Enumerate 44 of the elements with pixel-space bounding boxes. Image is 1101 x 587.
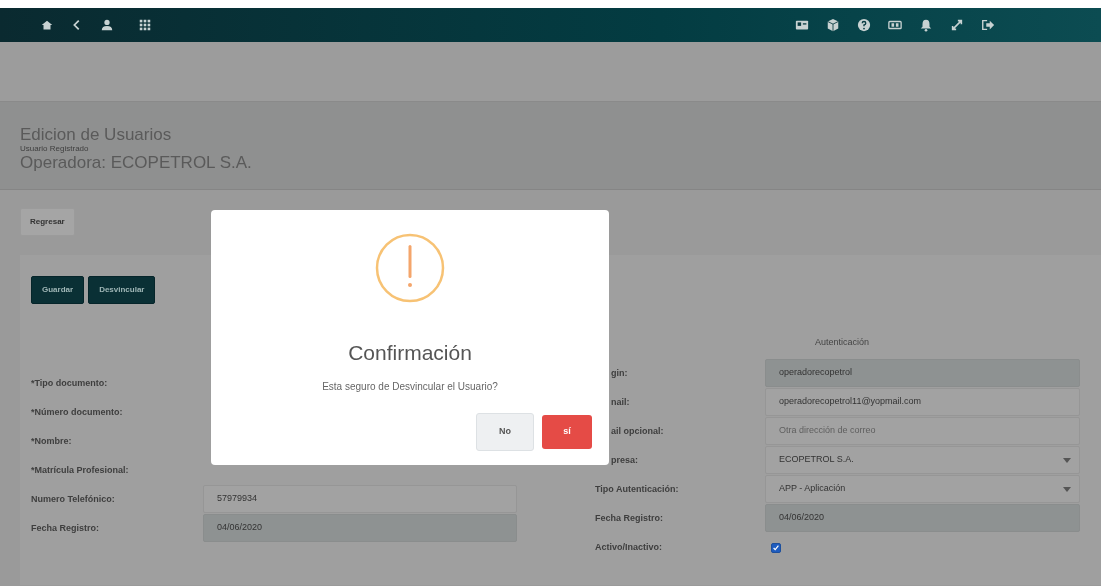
section-title: Autenticación bbox=[815, 336, 870, 350]
field-label: presa: bbox=[610, 453, 639, 467]
field-label: Fecha Registro: bbox=[595, 511, 664, 525]
field-label: Numero Telefónico: bbox=[31, 492, 116, 506]
input-field[interactable]: Otra dirección de correo bbox=[765, 417, 1080, 445]
action-button[interactable]: Guardar bbox=[31, 276, 85, 304]
dialog-title: Confirmación bbox=[347, 340, 473, 366]
user-icon[interactable] bbox=[100, 18, 114, 32]
checkbox[interactable] bbox=[771, 542, 781, 553]
readonly-field[interactable]: 04/06/2020 bbox=[203, 514, 517, 542]
select-field[interactable]: ECOPETROL S.A. bbox=[765, 446, 1080, 474]
field-label: *Nombre: bbox=[31, 434, 73, 448]
select-field[interactable]: APP - Aplicación bbox=[765, 475, 1080, 503]
apps-icon[interactable] bbox=[138, 18, 152, 32]
cube-icon[interactable] bbox=[826, 18, 840, 32]
warning-icon bbox=[375, 233, 445, 303]
ticket-icon[interactable] bbox=[888, 18, 902, 32]
input-field[interactable]: operadorecopetrol11@yopmail.com bbox=[765, 388, 1080, 416]
dropdown-caret-icon bbox=[1063, 457, 1071, 463]
field-label: Tipo Autenticación: bbox=[595, 482, 680, 496]
dialog-message: Esta seguro de Desvincular el Usuario? bbox=[321, 379, 499, 394]
field-label: *Matrícula Profesional: bbox=[31, 463, 130, 477]
expand-icon[interactable] bbox=[950, 18, 964, 32]
action-button[interactable]: Desvincular bbox=[88, 276, 156, 304]
cancel-button[interactable]: No bbox=[476, 412, 534, 451]
field-label: Activo/Inactivo: bbox=[595, 540, 663, 554]
input-field[interactable]: 57979934 bbox=[203, 485, 517, 513]
field-label: ail opcional: bbox=[610, 424, 665, 438]
field-label: *Tipo documento: bbox=[31, 376, 109, 390]
back-button[interactable]: Regresar bbox=[20, 208, 75, 236]
field-label: *Número documento: bbox=[31, 405, 124, 419]
field-label: gin: bbox=[610, 366, 629, 380]
field-label: Fecha Registro: bbox=[31, 521, 100, 535]
id-card-icon[interactable] bbox=[795, 18, 809, 32]
bell-icon[interactable] bbox=[919, 18, 933, 32]
readonly-field[interactable]: operadorecopetrol bbox=[765, 359, 1080, 387]
help-icon[interactable] bbox=[857, 18, 871, 32]
field-label: nail: bbox=[610, 395, 631, 409]
sign-out-icon[interactable] bbox=[981, 18, 995, 32]
page-subtitle: Usuario Registrado bbox=[20, 144, 90, 154]
dropdown-caret-icon bbox=[1063, 486, 1071, 492]
readonly-field[interactable]: 04/06/2020 bbox=[765, 504, 1080, 532]
home-icon[interactable] bbox=[40, 18, 54, 32]
confirm-button[interactable]: sí bbox=[542, 414, 592, 449]
